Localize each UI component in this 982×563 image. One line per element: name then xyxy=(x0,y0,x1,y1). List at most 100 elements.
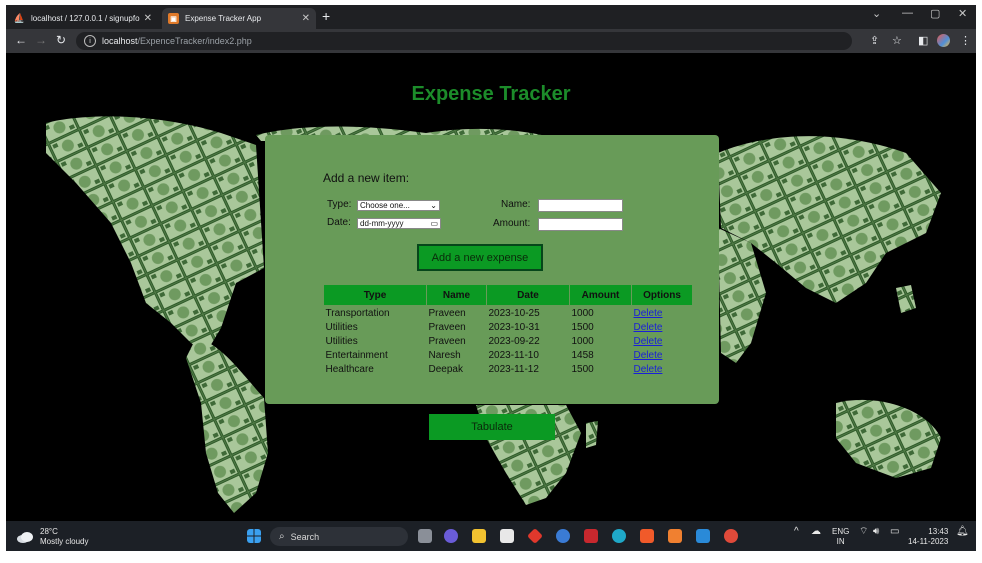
xampp-icon[interactable] xyxy=(668,529,682,543)
mcafee-icon[interactable] xyxy=(584,529,598,543)
address-bar[interactable]: i localhost /ExpenceTracker/index2.php xyxy=(76,32,852,50)
volume-icon[interactable]: 🔊︎ xyxy=(873,527,879,537)
delete-link[interactable]: Delete xyxy=(634,308,663,319)
plus-icon[interactable]: + xyxy=(322,8,330,24)
delete-link[interactable]: Delete xyxy=(634,336,663,347)
tab-title: localhost / 127.0.0.1 / signupform xyxy=(31,14,140,23)
chevron-down-icon: ⌄ xyxy=(430,201,437,210)
cell-amount: 1000 xyxy=(571,335,594,347)
url-path: /ExpenceTracker/index2.php xyxy=(137,36,252,46)
cell-date: 2023-10-31 xyxy=(488,321,540,333)
chevron-down-icon[interactable]: ⌄ xyxy=(872,7,881,20)
close-tab-icon[interactable]: ✕ xyxy=(144,13,152,24)
expense-table: Type Name Date Amount Options Transporta… xyxy=(323,284,693,376)
close-tab-icon[interactable]: ✕ xyxy=(302,13,310,24)
page-content: Expense Tracker Add a new item: Type: Ch… xyxy=(6,53,976,521)
table-row: Utilities Praveen 2023-10-31 1500 Delete xyxy=(324,320,693,334)
url-host: localhost xyxy=(102,36,138,46)
file-explorer-icon[interactable] xyxy=(472,529,486,543)
chat-icon[interactable] xyxy=(444,529,458,543)
cell-amount: 1500 xyxy=(571,363,594,375)
type-select[interactable]: Choose one... ⌄ xyxy=(357,200,440,211)
restore-icon[interactable]: ▢ xyxy=(930,7,940,20)
delete-link[interactable]: Delete xyxy=(634,322,663,333)
table-header-row: Type Name Date Amount Options xyxy=(323,284,693,306)
tabulate-button[interactable]: Tabulate xyxy=(429,414,555,440)
notification-bell-icon[interactable]: 🔔︎ xyxy=(956,527,969,537)
cell-name: Praveen xyxy=(428,335,466,347)
edge-icon[interactable] xyxy=(612,529,626,543)
store-icon[interactable] xyxy=(500,529,514,543)
add-expense-button[interactable]: Add a new expense xyxy=(417,244,543,271)
cell-name: Deepak xyxy=(428,363,463,375)
delete-link[interactable]: Delete xyxy=(634,364,663,375)
column-header-type: Type xyxy=(323,284,427,306)
cell-amount: 1000 xyxy=(571,307,594,319)
table-row: Entertainment Naresh 2023-11-10 1458 Del… xyxy=(324,348,693,362)
close-window-icon[interactable]: ✕ xyxy=(958,7,967,20)
vscode-icon[interactable] xyxy=(696,529,710,543)
search-placeholder: Search xyxy=(290,531,320,542)
name-field[interactable] xyxy=(538,199,623,212)
minimize-icon[interactable]: — xyxy=(902,7,913,19)
browser-tab-bar: ⛵ localhost / 127.0.0.1 / signupform ✕ ▣… xyxy=(6,5,976,29)
tab-phpmyadmin[interactable]: ⛵ localhost / 127.0.0.1 / signupform ✕ xyxy=(8,8,158,29)
forward-arrow-icon[interactable]: → xyxy=(35,33,47,47)
cell-date: 2023-11-10 xyxy=(488,349,539,361)
delete-link[interactable]: Delete xyxy=(634,350,663,361)
date-input[interactable]: dd-mm-yyyy ▭ xyxy=(357,218,441,229)
weather-text: Mostly cloudy xyxy=(40,537,89,546)
task-view-icon[interactable] xyxy=(418,529,432,543)
cell-amount: 1500 xyxy=(571,321,594,333)
weather-widget[interactable]: 28°C Mostly cloudy xyxy=(16,527,88,547)
cell-date: 2023-11-12 xyxy=(488,363,539,375)
cell-type: Transportation xyxy=(325,307,390,319)
type-select-value: Choose one... xyxy=(360,201,410,210)
reload-icon[interactable]: ↻ xyxy=(56,33,66,47)
windows-start-icon[interactable] xyxy=(247,529,261,543)
cell-type: Utilities xyxy=(325,321,358,333)
clock[interactable]: 13:43 14-11-2023 xyxy=(908,527,948,547)
language-indicator[interactable]: ENG IN xyxy=(832,527,849,547)
star-icon[interactable]: ☆ xyxy=(892,34,902,47)
back-arrow-icon[interactable]: ← xyxy=(15,33,27,47)
cell-type: Entertainment xyxy=(325,349,388,361)
amount-field[interactable] xyxy=(538,218,623,231)
cell-amount: 1458 xyxy=(571,349,594,361)
amount-label: Amount: xyxy=(493,218,531,229)
tab-expense-tracker[interactable]: ▣ Expense Tracker App ✕ xyxy=(162,8,316,29)
name-label: Name: xyxy=(501,199,531,210)
side-panel-icon[interactable]: ◧ xyxy=(918,34,928,47)
chevron-up-icon[interactable]: ^ xyxy=(794,527,799,537)
column-header-amount: Amount xyxy=(569,284,632,306)
menu-dots-icon[interactable]: ⋮ xyxy=(960,34,971,47)
expense-form-card: Add a new item: Type: Choose one... ⌄ Da… xyxy=(265,135,719,404)
browser-toolbar: ← → ↻ i localhost /ExpenceTracker/index2… xyxy=(6,29,976,53)
brave-icon[interactable] xyxy=(640,529,654,543)
profile-avatar[interactable] xyxy=(937,34,950,47)
cell-type: Utilities xyxy=(325,335,358,347)
onedrive-icon[interactable]: ☁ xyxy=(811,527,821,537)
windows-taskbar: 28°C Mostly cloudy ⌕ Search ^ ☁ ENG IN ⌔… xyxy=(6,521,976,551)
search-icon: ⌕ xyxy=(279,531,285,542)
phpmyadmin-icon: ⛵ xyxy=(13,13,26,23)
share-icon[interactable]: ⇪ xyxy=(870,34,879,47)
column-header-name: Name xyxy=(426,284,487,306)
region-code: IN xyxy=(836,537,845,546)
cell-date: 2023-10-25 xyxy=(488,307,540,319)
cloud-icon xyxy=(17,532,33,543)
chrome-icon[interactable] xyxy=(724,529,738,543)
battery-icon[interactable]: ▭ xyxy=(890,527,899,537)
browser-app-icon[interactable] xyxy=(556,529,570,543)
date-input-placeholder: dd-mm-yyyy xyxy=(360,219,404,228)
taskbar-search[interactable]: ⌕ Search xyxy=(270,527,408,546)
date: 14-11-2023 xyxy=(908,537,949,546)
table-row: Healthcare Deepak 2023-11-12 1500 Delete xyxy=(324,362,693,376)
calendar-icon[interactable]: ▭ xyxy=(430,219,438,228)
git-icon[interactable] xyxy=(527,528,543,544)
wifi-icon[interactable]: ⌔ xyxy=(859,527,868,537)
cell-name: Naresh xyxy=(428,349,461,361)
table-row: Utilities Praveen 2023-09-22 1000 Delete xyxy=(324,334,693,348)
screen: ⛵ localhost / 127.0.0.1 / signupform ✕ ▣… xyxy=(6,5,976,551)
info-icon[interactable]: i xyxy=(84,35,96,47)
